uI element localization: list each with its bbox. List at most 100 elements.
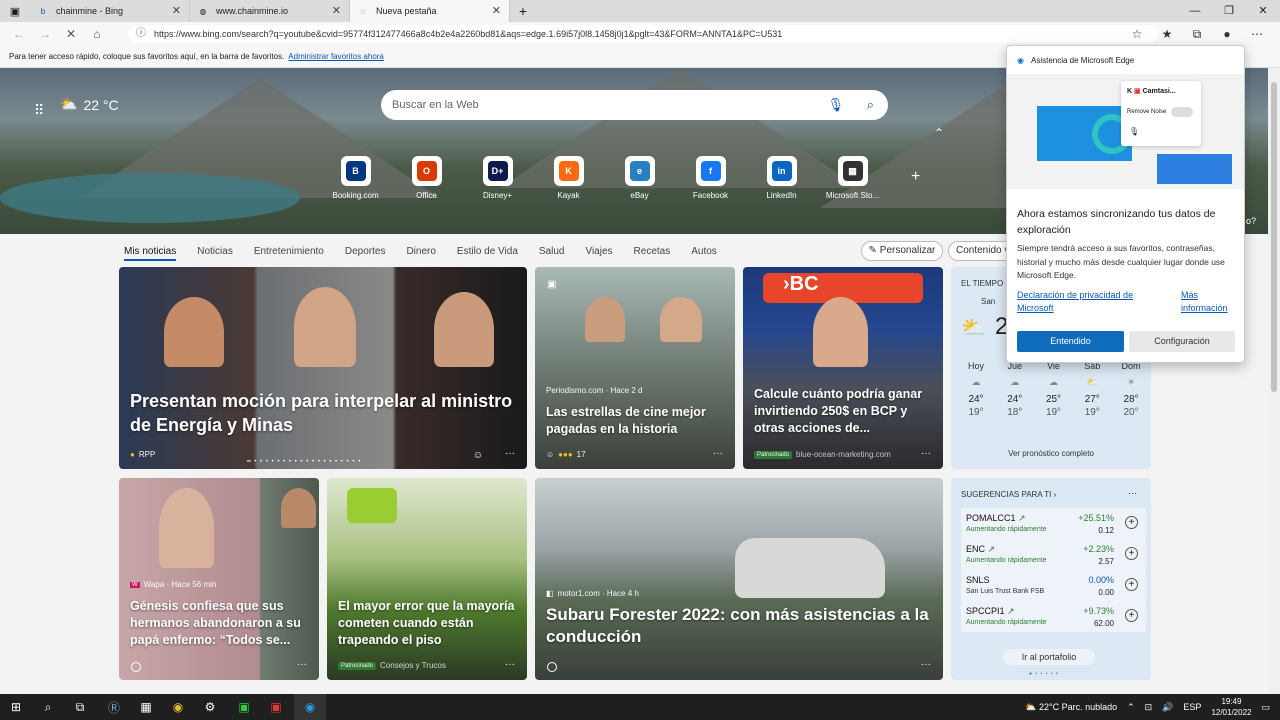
- got-it-button[interactable]: Entendido: [1017, 331, 1124, 352]
- app-r-icon[interactable]: Ⓡ: [98, 694, 130, 720]
- carousel-dots[interactable]: ● • • • • •: [1029, 671, 1059, 677]
- stock-row[interactable]: SNLS San Luis Trust Bank FSB 0.00% 0.00 +: [961, 570, 1146, 601]
- close-icon[interactable]: ✕: [172, 4, 181, 17]
- news-card-main[interactable]: Presentan moción para interpelar al mini…: [119, 267, 527, 469]
- manage-favorites-link[interactable]: Administrar favoritos ahora: [288, 52, 384, 61]
- more-options-icon[interactable]: ···: [1128, 488, 1137, 498]
- reaction-icon[interactable]: ☺: [473, 450, 483, 461]
- chevron-up-icon[interactable]: ⌃: [934, 126, 944, 140]
- tab-actions-icon[interactable]: ▣: [0, 5, 30, 18]
- chevron-up-icon[interactable]: ⌃: [1127, 702, 1135, 713]
- more-options-icon[interactable]: ···: [921, 448, 931, 459]
- gear-icon[interactable]: ⚙: [194, 694, 226, 720]
- quick-link-item[interactable]: B Booking.com: [320, 156, 391, 200]
- profile-icon[interactable]: ●: [1216, 24, 1238, 44]
- scrollbar[interactable]: [1268, 68, 1280, 694]
- add-favorite-icon[interactable]: ☆: [1126, 24, 1148, 44]
- camtasia-green-icon[interactable]: ▣: [228, 694, 260, 720]
- home-icon[interactable]: ⌂: [84, 27, 110, 41]
- window-close-icon[interactable]: ✕: [1246, 0, 1280, 22]
- forecast-day[interactable]: Jue ☁ 24° 18°: [1000, 361, 1030, 418]
- add-stock-icon[interactable]: +: [1125, 547, 1138, 560]
- forecast-day[interactable]: Hoy ☁ 24° 19°: [961, 361, 991, 418]
- minimize-icon[interactable]: —: [1178, 0, 1212, 22]
- feed-tab[interactable]: Recetas: [634, 246, 671, 261]
- notifications-icon[interactable]: ▭: [1261, 702, 1270, 713]
- stop-loading-icon[interactable]: ✕: [58, 27, 84, 41]
- language-indicator[interactable]: ESP: [1183, 702, 1201, 712]
- favorites-icon[interactable]: ★: [1156, 24, 1178, 44]
- full-forecast-link[interactable]: Ver pronóstico completo: [951, 449, 1151, 458]
- hero-weather[interactable]: ⛅ 22 °C: [60, 96, 119, 113]
- edge-icon[interactable]: ◉: [294, 694, 326, 720]
- more-options-icon[interactable]: ···: [713, 448, 723, 459]
- add-stock-icon[interactable]: +: [1125, 578, 1138, 591]
- carousel-dots[interactable]: ━ • • • • • • • • • • • • • • • • • • •: [247, 458, 361, 465]
- reactions[interactable]: ☺ ●●● 17: [546, 450, 586, 459]
- feed-tab[interactable]: Dinero: [406, 246, 435, 261]
- forecast-day[interactable]: Dom ☀ 28° 20°: [1116, 361, 1146, 418]
- stock-row[interactable]: POMALCC1 ↗ Aumentando rápidamente +25.51% 0…: [961, 508, 1146, 539]
- more-options-icon[interactable]: ···: [505, 448, 515, 459]
- search-icon[interactable]: ⌕: [32, 694, 64, 720]
- close-icon[interactable]: ✕: [492, 4, 501, 17]
- quick-link-item[interactable]: D+ Disney+: [462, 156, 533, 200]
- news-card-large[interactable]: ◧ motor1.com · Hace 4 h Subaru Forester 2…: [535, 478, 943, 680]
- search-box[interactable]: Buscar en la Web 🎙 ⌕: [381, 90, 888, 120]
- more-info-link[interactable]: Más información: [1181, 289, 1241, 315]
- more-options-icon[interactable]: ···: [921, 659, 931, 670]
- start-icon[interactable]: ⊞: [0, 694, 32, 720]
- news-card[interactable]: W Wapa · Hace 56 min Génesis confiesa que…: [119, 478, 319, 680]
- sponsored-card[interactable]: ›BC Calcule cuánto podría ganar invirtie…: [743, 267, 943, 469]
- stocks-title-row[interactable]: SUGERENCIAS PARA TI ›: [961, 490, 1056, 499]
- feed-tab[interactable]: Deportes: [345, 246, 386, 261]
- news-card[interactable]: ▣ Periodismo.com · Hace 2 d Las estrella…: [535, 267, 735, 469]
- search-icon[interactable]: ⌕: [867, 90, 874, 120]
- tab-new[interactable]: ◌ Nueva pestaña ✕: [350, 0, 510, 22]
- quick-link-item[interactable]: f Facebook: [675, 156, 746, 200]
- more-icon[interactable]: ⋯: [1246, 24, 1268, 44]
- microphone-icon[interactable]: 🎙: [827, 90, 844, 120]
- apps-grid-icon[interactable]: ⠿: [34, 102, 44, 119]
- forecast-day[interactable]: Vie ☁ 25° 19°: [1039, 361, 1069, 418]
- camtasia-red-icon[interactable]: ▣: [260, 694, 292, 720]
- chrome-icon[interactable]: ◉: [162, 694, 194, 720]
- settings-button[interactable]: Configuración: [1129, 331, 1235, 352]
- feed-tab[interactable]: Viajes: [585, 246, 612, 261]
- new-tab-button[interactable]: +: [510, 3, 536, 19]
- quick-link-item[interactable]: e eBay: [604, 156, 675, 200]
- task-view-icon[interactable]: ⧉: [64, 694, 96, 720]
- feed-tab[interactable]: Autos: [691, 246, 717, 261]
- url-field[interactable]: ⓘ https://www.bing.com/search?q=youtube&c…: [128, 25, 1158, 43]
- add-stock-icon[interactable]: +: [1125, 516, 1138, 529]
- tray-weather[interactable]: ⛅ 22°C Parc. nublado: [1025, 702, 1117, 713]
- reaction-icon[interactable]: [131, 662, 141, 672]
- stock-row[interactable]: SPCCPI1 ↗ Aumentando rápidamente +9.73% 62.…: [961, 601, 1146, 632]
- feed-tab[interactable]: Noticias: [197, 246, 233, 261]
- maximize-icon[interactable]: ❐: [1212, 0, 1246, 22]
- collections-icon[interactable]: ⧉: [1186, 24, 1208, 44]
- volume-icon[interactable]: 🔊: [1162, 702, 1173, 713]
- feed-tab[interactable]: Mis noticias: [124, 246, 177, 261]
- quick-link-item[interactable]: ▦ Microsoft Sto...: [817, 156, 888, 200]
- forecast-day[interactable]: Sáb ⛅ 27° 19°: [1077, 361, 1107, 418]
- forward-icon[interactable]: →: [32, 27, 58, 41]
- feed-tab[interactable]: Entretenimiento: [254, 246, 324, 261]
- calculator-icon[interactable]: ▦: [130, 694, 162, 720]
- sponsored-card[interactable]: El mayor error que la mayoría cometen cu…: [327, 478, 527, 680]
- back-icon[interactable]: ←: [6, 27, 32, 41]
- network-icon[interactable]: ⊡: [1145, 702, 1153, 713]
- stock-row[interactable]: ENC ↗ Aumentando rápidamente +2.23% 2.57 +: [961, 539, 1146, 570]
- quick-link-item[interactable]: in LinkedIn: [746, 156, 817, 200]
- quick-link-item[interactable]: K Kayak: [533, 156, 604, 200]
- close-icon[interactable]: ✕: [332, 4, 341, 17]
- more-options-icon[interactable]: ···: [297, 659, 307, 670]
- add-quick-link-icon[interactable]: +: [911, 168, 920, 186]
- more-options-icon[interactable]: ···: [505, 659, 515, 670]
- reaction-icon[interactable]: [547, 662, 557, 672]
- feed-tab[interactable]: Estilo de Vida: [457, 246, 518, 261]
- feed-tab[interactable]: Salud: [539, 246, 565, 261]
- quick-link-item[interactable]: O Office: [391, 156, 462, 200]
- privacy-link[interactable]: Declaración de privacidad de Microsoft: [1017, 289, 1157, 315]
- scrollbar-thumb[interactable]: [1271, 82, 1277, 392]
